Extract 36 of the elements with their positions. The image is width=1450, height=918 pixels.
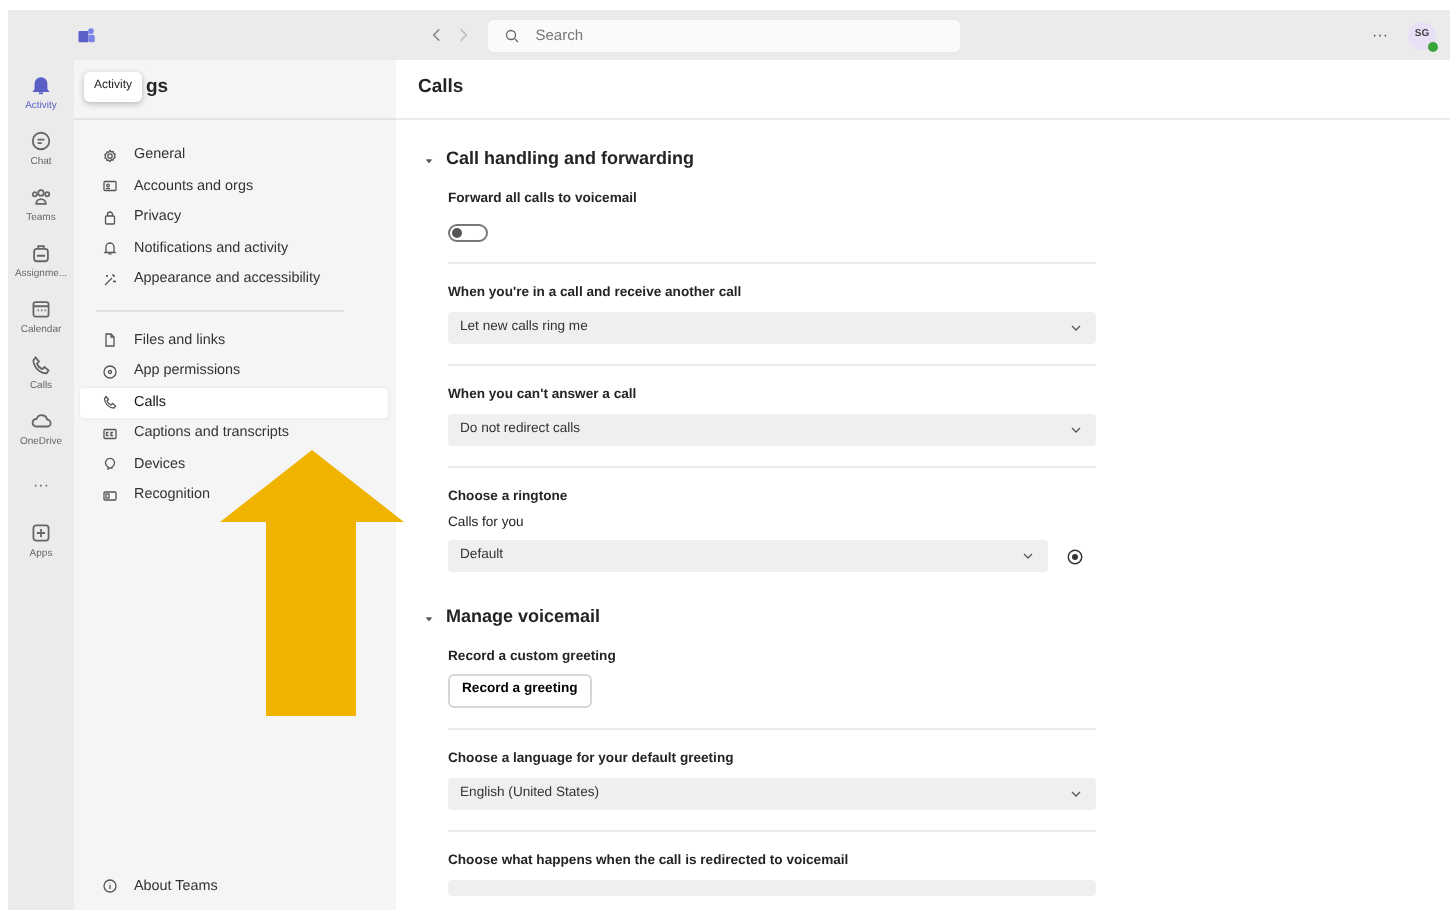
backpack-icon (30, 241, 52, 264)
app-logo-icon (76, 25, 96, 45)
cloud-icon (30, 409, 52, 432)
section-title: Call handling and forwarding (446, 146, 695, 173)
collapse-toggle[interactable] (424, 155, 434, 165)
chevron-down-icon (1068, 320, 1084, 336)
gear-icon (102, 147, 118, 164)
chat-icon (30, 129, 52, 152)
bell-icon (102, 240, 118, 257)
status-dot (1428, 41, 1438, 51)
captions-icon (102, 425, 118, 442)
page-title: Calls (396, 60, 1450, 120)
info-icon (102, 878, 118, 895)
phone-icon (102, 394, 118, 411)
collapse-toggle[interactable] (424, 613, 434, 623)
chevron-down-icon (1068, 786, 1084, 802)
more-button[interactable]: ··· (1372, 23, 1388, 47)
card-icon (102, 487, 118, 504)
chevron-down-icon (1068, 422, 1084, 438)
file-icon (102, 332, 118, 349)
plus-icon (30, 521, 52, 544)
wand-icon (102, 271, 118, 288)
bell-icon (30, 73, 52, 96)
caret-down-icon (424, 155, 434, 165)
caret-down-icon (424, 613, 434, 623)
rail-item[interactable]: ··· (8, 458, 74, 514)
calendar-icon (30, 297, 52, 320)
phone-icon (30, 353, 52, 376)
id-card-icon (102, 178, 118, 195)
section-title: Manage voicemail (446, 604, 601, 631)
search-icon (503, 27, 520, 43)
people-icon (30, 185, 52, 208)
play-preview-icon (1066, 547, 1084, 565)
toggle-switch[interactable] (448, 224, 488, 242)
chevron-down-icon (1020, 548, 1036, 564)
lock-icon (102, 209, 118, 226)
